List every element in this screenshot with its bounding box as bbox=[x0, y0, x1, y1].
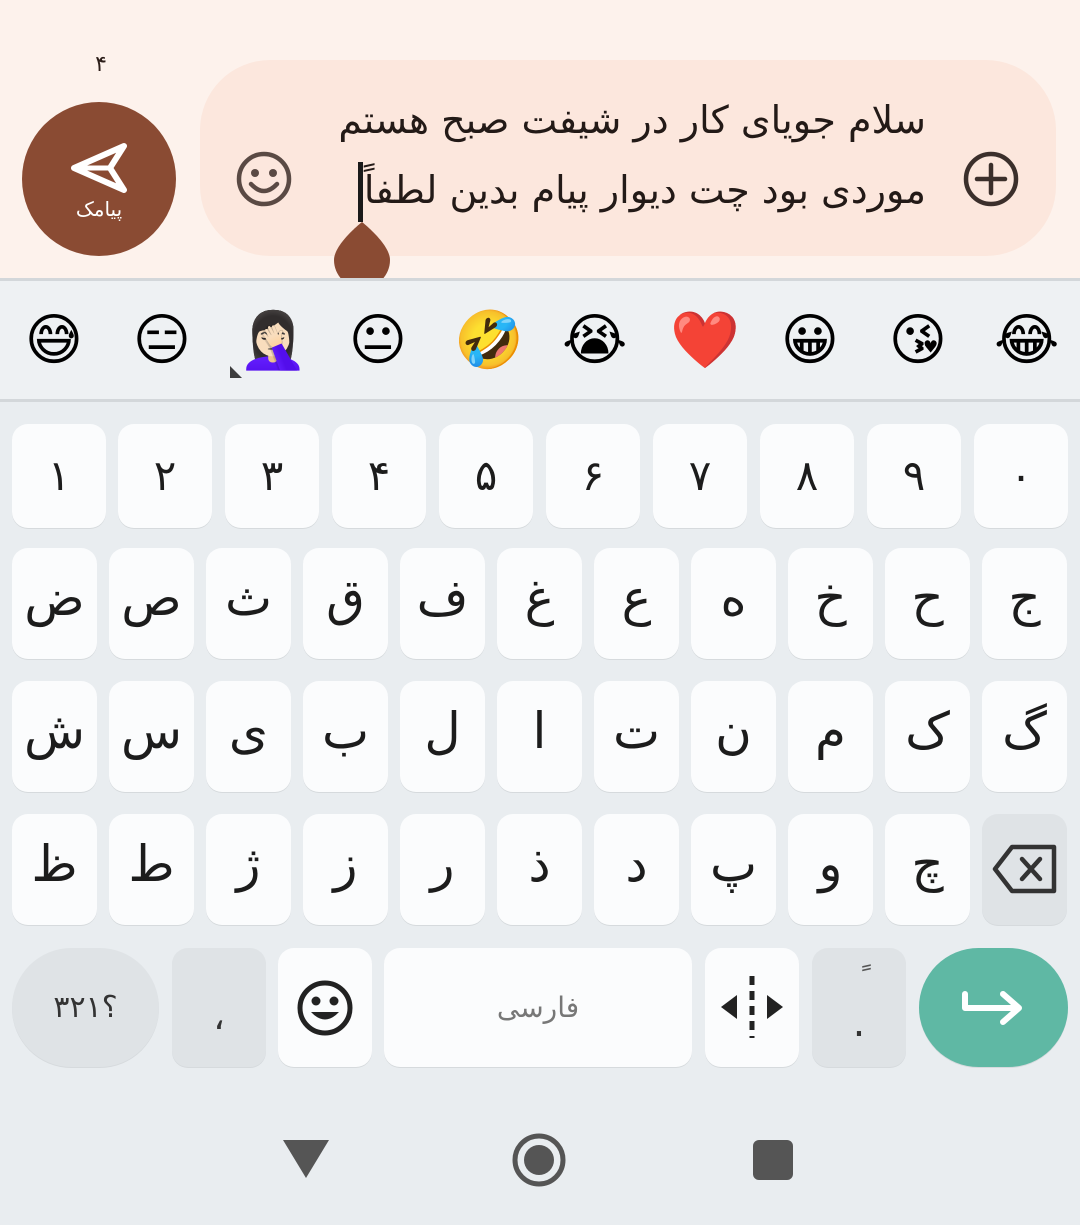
text-cursor bbox=[358, 162, 363, 222]
key-letter[interactable]: ذ bbox=[497, 814, 582, 925]
emoji-suggestion[interactable]: 😭 bbox=[562, 309, 627, 373]
key-letter[interactable]: ب bbox=[303, 681, 388, 792]
key-digit[interactable]: ۷ bbox=[653, 424, 747, 528]
key-digit[interactable]: ۶ bbox=[546, 424, 640, 528]
tanvin-label: ً bbox=[812, 962, 906, 997]
divider bbox=[0, 399, 1080, 402]
smiley-icon bbox=[297, 980, 353, 1036]
key-letter[interactable]: ص bbox=[109, 548, 194, 659]
key-digit[interactable]: ۲ bbox=[118, 424, 212, 528]
variant-corner-icon bbox=[230, 366, 242, 378]
key-digit[interactable]: ۸ bbox=[760, 424, 854, 528]
key-digit[interactable]: ۱ bbox=[12, 424, 106, 528]
key-letter[interactable]: ض bbox=[12, 548, 97, 659]
key-letter[interactable]: چ bbox=[885, 814, 970, 925]
key-letter[interactable]: ی bbox=[206, 681, 291, 792]
key-letter[interactable]: ف bbox=[400, 548, 485, 659]
attach-button[interactable] bbox=[962, 150, 1020, 212]
emoji-suggestion[interactable]: ❤️ bbox=[670, 309, 740, 373]
send-icon bbox=[71, 143, 127, 193]
key-letter[interactable]: ظ bbox=[12, 814, 97, 925]
circle-home-icon[interactable] bbox=[511, 1132, 567, 1188]
key-letter[interactable]: ه bbox=[691, 548, 776, 659]
period-key[interactable]: ً . bbox=[812, 948, 906, 1067]
plus-circle-icon bbox=[963, 151, 1019, 207]
compose-area: ۴ پیامک سلام جویای کار در شیفت صبح هستم … bbox=[0, 0, 1080, 288]
key-letter[interactable]: ک bbox=[885, 681, 970, 792]
backspace-key[interactable] bbox=[982, 814, 1067, 925]
key-letter[interactable]: ر bbox=[400, 814, 485, 925]
enter-key[interactable] bbox=[919, 948, 1068, 1067]
send-sms-button[interactable]: پیامک bbox=[22, 102, 176, 256]
cursor-move-key[interactable] bbox=[705, 948, 799, 1067]
key-letter[interactable]: س bbox=[109, 681, 194, 792]
key-letter[interactable]: پ bbox=[691, 814, 776, 925]
system-nav-bar bbox=[0, 1100, 1080, 1225]
key-letter[interactable]: ش bbox=[12, 681, 97, 792]
emoji-suggestion[interactable]: 😅 bbox=[22, 309, 86, 373]
key-letter[interactable]: ژ bbox=[206, 814, 291, 925]
enter-arrow-icon bbox=[962, 991, 1022, 1025]
key-letter[interactable]: گ bbox=[982, 681, 1067, 792]
symbols-key[interactable]: ؟۳۲۱ bbox=[12, 948, 159, 1067]
key-letter[interactable]: ط bbox=[109, 814, 194, 925]
key-letter[interactable]: و bbox=[788, 814, 873, 925]
key-letter[interactable]: ح bbox=[885, 548, 970, 659]
period-label: . bbox=[852, 1000, 866, 1046]
key-letter[interactable]: ج bbox=[982, 548, 1067, 659]
emoji-key[interactable] bbox=[278, 948, 372, 1067]
emoji-toggle-button[interactable] bbox=[235, 150, 293, 212]
key-letter[interactable]: ق bbox=[303, 548, 388, 659]
key-digit[interactable]: ۹ bbox=[867, 424, 961, 528]
key-letter[interactable]: د bbox=[594, 814, 679, 925]
key-letter[interactable]: ت bbox=[594, 681, 679, 792]
message-text-line-1: سلام جویای کار در شیفت صبح هستم bbox=[338, 98, 926, 142]
space-key[interactable]: فارسی bbox=[384, 948, 692, 1067]
triangle-back-icon[interactable] bbox=[281, 1138, 331, 1182]
emoji-suggestion[interactable]: 😐 bbox=[346, 309, 410, 373]
char-counter: ۴ bbox=[95, 52, 107, 77]
message-text-line-2: موردی بود چت دیوار پیام بدین لطفاً bbox=[363, 168, 926, 212]
comma-key[interactable]: ، bbox=[172, 948, 266, 1067]
key-digit[interactable]: ۵ bbox=[439, 424, 533, 528]
key-letter[interactable]: غ bbox=[497, 548, 582, 659]
backspace-icon bbox=[992, 844, 1057, 894]
key-letter[interactable]: ن bbox=[691, 681, 776, 792]
key-letter[interactable]: ع bbox=[594, 548, 679, 659]
key-letter[interactable]: م bbox=[788, 681, 873, 792]
smiley-icon bbox=[236, 151, 292, 207]
key-digit[interactable]: ۳ bbox=[225, 424, 319, 528]
square-recents-icon[interactable] bbox=[751, 1138, 795, 1182]
message-input[interactable]: سلام جویای کار در شیفت صبح هستم موردی بو… bbox=[200, 60, 1056, 256]
emoji-suggestion[interactable]: 😂 bbox=[994, 309, 1059, 373]
cursor-move-icon bbox=[721, 976, 783, 1038]
key-digit[interactable]: ۰ bbox=[974, 424, 1068, 528]
emoji-suggestion[interactable]: 😘 bbox=[886, 309, 950, 373]
key-letter[interactable]: ل bbox=[400, 681, 485, 792]
key-letter[interactable]: ز bbox=[303, 814, 388, 925]
key-letter[interactable]: خ bbox=[788, 548, 873, 659]
emoji-suggestion[interactable]: 😑 bbox=[130, 309, 194, 373]
emoji-suggestion[interactable]: 🤣 bbox=[454, 309, 524, 373]
key-letter[interactable]: ث bbox=[206, 548, 291, 659]
emoji-suggestion[interactable]: 😀 bbox=[778, 309, 842, 373]
emoji-suggestion[interactable]: 🤦🏻‍♀️ bbox=[238, 309, 308, 373]
key-letter[interactable]: ا bbox=[497, 681, 582, 792]
key-digit[interactable]: ۴ bbox=[332, 424, 426, 528]
emoji-suggestion-bar: 😅 😑 🤦🏻‍♀️ 😐 🤣 😭 ❤️ 😀 😘 😂 bbox=[0, 281, 1080, 399]
send-label: پیامک bbox=[75, 197, 123, 221]
